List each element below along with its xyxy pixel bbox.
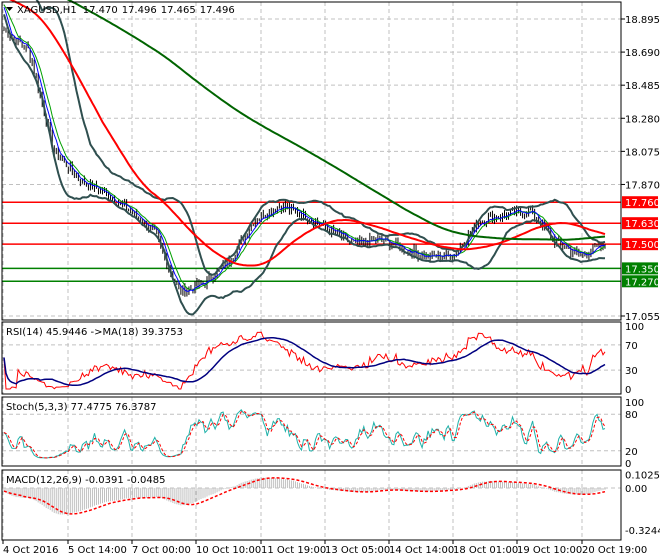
symbol-label: XAGUSD,H1 [17,5,77,16]
macd-tick-label: -0.3244 [625,526,660,537]
price-tick-label: 17.870 [625,180,660,191]
price-tick-label: 18.075 [625,147,660,158]
level-price-label: 17.350 [625,264,660,275]
stoch-label: Stoch(5,3,3) 77.4775 76.3787 [6,402,157,413]
rsi-label: RSI(14) 45.9446 ->MA(18) 39.3753 [6,327,183,338]
time-tick-label: 14 Oct 14:00 [389,545,454,556]
symbol-header: XAGUSD,H1 17.470 17.496 17.465 17.496 [17,5,235,16]
rsi-tick-label: 70 [625,341,638,352]
time-tick-label: 20 Oct 19:00 [582,545,647,556]
price-tick-label: 18.485 [625,81,660,92]
high-value: 17.496 [122,5,157,16]
level-price-label: 17.270 [625,277,660,288]
rsi-line [3,331,606,390]
ma-slow-green [66,0,606,241]
time-tick-label: 11 Oct 19:00 [261,545,326,556]
stoch-tick-label: 0 [625,459,631,470]
stoch-tick-label: 20 [625,447,638,458]
price-tick-label: 18.690 [625,48,660,59]
macd-label: MACD(12,26,9) -0.0391 -0.0485 [6,475,166,486]
rsi-tick-label: 0 [625,385,631,396]
time-tick-label: 13 Oct 05:00 [325,545,390,556]
stoch-tick-label: 100 [625,398,644,409]
time-tick-label: 18 Oct 01:00 [453,545,518,556]
time-tick-label: 7 Oct 00:00 [132,545,191,556]
macd-tick-label: 0.00 [625,484,647,495]
time-tick-label: 5 Oct 14:00 [68,545,127,556]
price-tick-label: 18.895 [625,15,660,26]
grid [2,2,621,540]
ma-short-green [3,4,606,292]
rsi-panel[interactable] [3,331,606,390]
time-tick-label: 10 Oct 10:00 [196,545,261,556]
open-value: 17.470 [83,5,118,16]
rsi-tick-label: 30 [625,366,638,377]
low-value: 17.465 [161,5,196,16]
rsi-tick-label: 100 [625,322,644,333]
level-price-label: 17.500 [625,240,660,251]
price-tick-label: 18.280 [625,114,660,125]
main-frame [1,1,622,321]
level-price-label: 17.760 [625,198,660,209]
close-value: 17.496 [200,5,235,16]
panel-frames [1,1,622,541]
stoch-tick-label: 80 [625,410,638,421]
price-panel[interactable] [2,0,621,316]
trading-chart[interactable]: 17.760 17.630 17.500 17.350 17.270 18.895 18.6… [0,0,660,560]
time-tick-label: 19 Oct 10:00 [517,545,582,556]
ma-fast-red [9,0,606,267]
level-price-label: 17.630 [625,219,660,230]
time-tick-label: 4 Oct 2016 [3,545,58,556]
bollinger-lower [3,14,606,316]
macd-tick-label: 0.1025 [625,471,660,482]
